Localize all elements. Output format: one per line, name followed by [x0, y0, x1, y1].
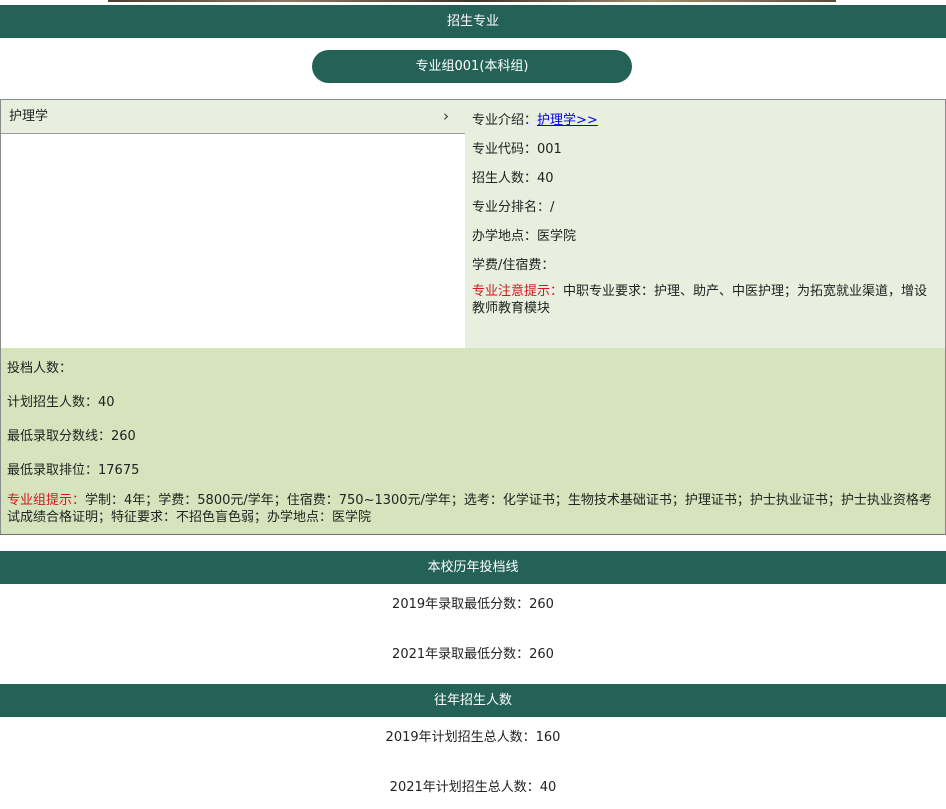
enroll-history-section-header: 往年招生人数 [0, 684, 946, 717]
group-note: 专业组提示：学制：4年；学费：5800元/学年；住宿费：750~1300元/学年… [7, 492, 937, 526]
group-note-text: 学制：4年；学费：5800元/学年；住宿费：750~1300元/学年；选考：化学… [7, 493, 932, 525]
major-warning: 专业注意提示：中职专业要求：护理、助产、中医护理；为拓宽就业渠道，增设教师教育模… [472, 283, 938, 317]
major-rank: 专业分排名：/ [472, 200, 555, 215]
major-fees: 学费/住宿费： [472, 258, 555, 273]
major-group-panel: 护理学 › 专业介绍：护理学>> 专业代码：001 招生人数：40 专业分排名：… [0, 99, 946, 535]
min-rank: 最低录取排位：17675 [7, 463, 140, 478]
group-stats-panel: 投档人数： 计划招生人数：40 最低录取分数线：260 最低录取排位：17675… [1, 348, 945, 534]
planned-count: 计划招生人数：40 [7, 395, 115, 410]
major-warning-label: 专业注意提示： [472, 284, 564, 299]
group-note-label: 专业组提示： [7, 493, 86, 508]
major-list-item-nursing[interactable]: 护理学 › [1, 100, 465, 134]
major-item-label: 护理学 [9, 109, 49, 124]
min-score: 最低录取分数线：260 [7, 429, 136, 444]
major-list: 护理学 › [1, 100, 465, 348]
top-banner-image-edge [108, 0, 836, 2]
history-row: 2021年录取最低分数：260 [392, 647, 554, 662]
majors-section-header: 招生专业 [0, 5, 946, 38]
chevron-right-icon: › [443, 107, 449, 125]
history-section-header: 本校历年投档线 [0, 551, 946, 584]
major-group-button[interactable]: 专业组001(本科组) [312, 50, 632, 83]
filed-count: 投档人数： [7, 361, 73, 376]
major-location: 办学地点：医学院 [472, 229, 577, 244]
enroll-history-row: 2021年计划招生总人数：40 [389, 780, 557, 795]
major-code: 专业代码：001 [472, 142, 562, 157]
enroll-history-row: 2019年计划招生总人数：160 [385, 730, 561, 745]
major-detail-panel: 专业介绍：护理学>> 专业代码：001 招生人数：40 专业分排名：/ 办学地点… [465, 100, 945, 348]
major-enroll-count: 招生人数：40 [472, 171, 554, 186]
major-intro-label: 专业介绍： [472, 113, 538, 128]
major-intro-link[interactable]: 护理学>> [537, 113, 598, 128]
major-intro-row: 专业介绍：护理学>> [472, 109, 598, 128]
history-row: 2019年录取最低分数：260 [392, 597, 554, 612]
